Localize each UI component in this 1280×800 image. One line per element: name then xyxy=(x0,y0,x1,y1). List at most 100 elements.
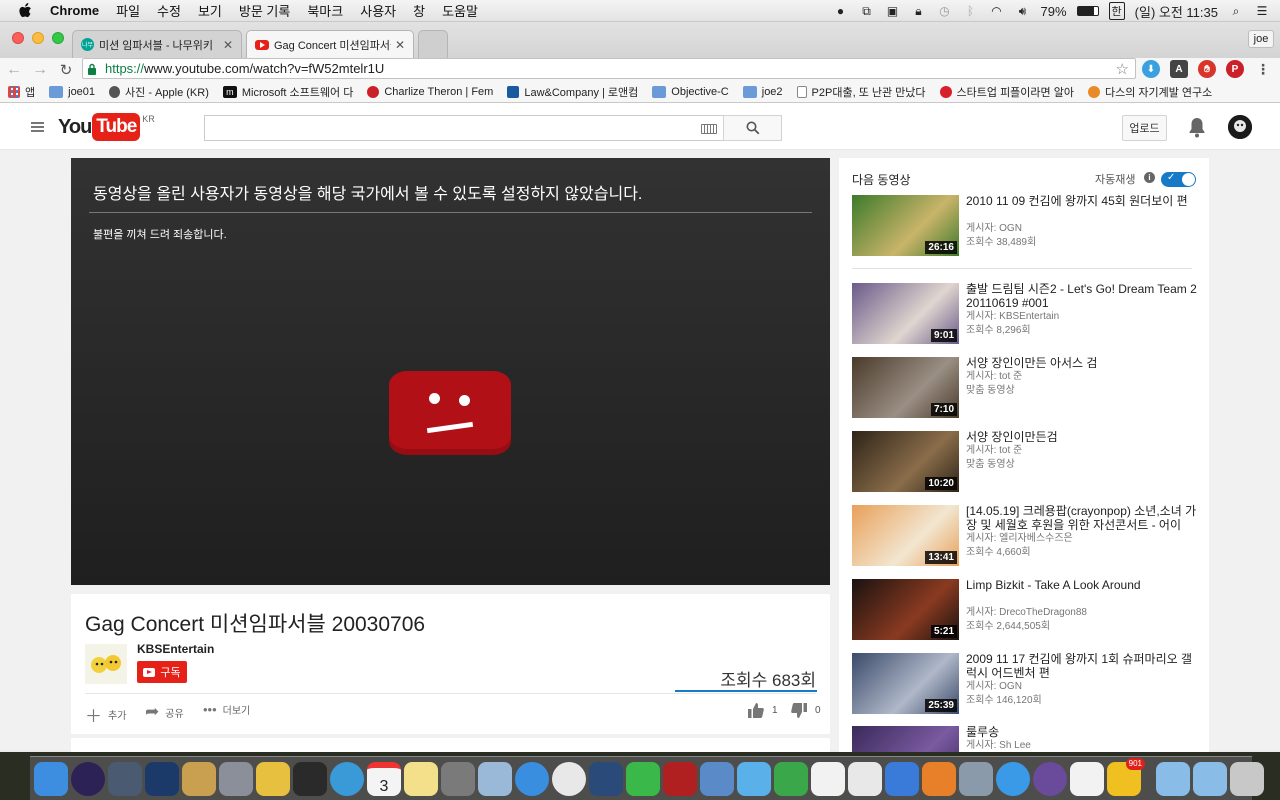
video-player[interactable]: 동영상을 올린 사용자가 동영상을 해당 국가에서 볼 수 있도록 설정하지 않… xyxy=(71,158,830,585)
upload-button[interactable]: 업로드 xyxy=(1122,115,1167,141)
video-title[interactable]: 서양 장인이만든 아서스 검 xyxy=(966,356,1198,370)
menu-view[interactable]: 보기 xyxy=(198,1,222,20)
pencil-icon[interactable] xyxy=(182,761,216,796)
video-title[interactable]: 출발 드림팀 시즌2 - Let's Go! Dream Team 2 2011… xyxy=(966,282,1198,310)
notification-center-icon[interactable]: ☰ xyxy=(1254,4,1270,18)
norton-icon[interactable]: 901 xyxy=(1107,757,1145,796)
recommended-video[interactable]: 13:41 [14.05.19] 크레용팝(crayonpop) 소년,소녀 가장… xyxy=(852,504,1198,567)
color-picker-icon[interactable] xyxy=(256,761,290,796)
info-icon[interactable]: i xyxy=(1144,172,1155,183)
bookmark-star-icon[interactable]: ☆ xyxy=(1116,60,1129,78)
bookmark-apple-photos[interactable]: 사진 - Apple (KR) xyxy=(109,84,209,100)
input-source[interactable]: 한 xyxy=(1108,2,1125,20)
recommended-video[interactable]: 25:39 2009 11 17 컨김에 왕까지 1회 슈퍼마리오 갤럭시 어드벤… xyxy=(852,652,1198,715)
menu-people[interactable]: 사용자 xyxy=(360,1,396,20)
applications-folder-icon[interactable] xyxy=(1156,761,1190,796)
launchpad-icon[interactable] xyxy=(219,761,253,796)
recommended-video[interactable]: 10:20 서양 장인이만든검 게시자: tot 준 맞춤 동영상 xyxy=(852,430,1198,493)
tab-namuwiki[interactable]: 나무 미션 임파서블 - 나무위키 ✕ xyxy=(72,30,242,58)
battery-icon[interactable] xyxy=(1076,6,1099,16)
screen-capture-icon[interactable]: ▣ xyxy=(885,4,901,18)
notifications-bell-icon[interactable] xyxy=(1188,116,1206,138)
forward-icon[interactable]: → xyxy=(28,61,52,79)
system-preferences-icon[interactable] xyxy=(441,761,475,796)
messages-icon[interactable] xyxy=(737,761,771,796)
bookmark-p2p[interactable]: P2P대출, 또 난관 만났다 xyxy=(796,84,926,100)
keyboard-icon[interactable] xyxy=(701,124,717,134)
youtube-logo[interactable]: You Tube KR xyxy=(58,113,155,141)
menu-history[interactable]: 방문 기록 xyxy=(239,1,290,20)
bookmark-apps[interactable]: 앱 xyxy=(8,84,35,100)
xcode-tools-icon[interactable] xyxy=(108,761,142,796)
menu-file[interactable]: 파일 xyxy=(116,1,140,20)
photos-icon[interactable] xyxy=(811,761,845,796)
bookmark-charlize[interactable]: Charlize Theron | Fem xyxy=(367,85,493,98)
photo-booth-icon[interactable] xyxy=(663,761,697,796)
download-extension-icon[interactable]: ⬇ xyxy=(1142,60,1160,78)
subscribe-button[interactable]: 구독 xyxy=(137,661,187,683)
keynote-icon[interactable] xyxy=(848,761,882,796)
finder-icon[interactable] xyxy=(34,761,68,796)
menu-chrome[interactable]: Chrome xyxy=(50,3,99,18)
channel-name[interactable]: KBSEntertain xyxy=(137,642,214,656)
video-thumbnail[interactable]: 25:39 xyxy=(852,653,959,714)
itunes-icon[interactable] xyxy=(1070,761,1104,796)
pinterest-extension-icon[interactable]: P xyxy=(1226,60,1244,78)
numbers-icon[interactable] xyxy=(774,761,808,796)
lock-status-icon[interactable]: 🔒︎ xyxy=(911,4,927,18)
telegram-icon[interactable] xyxy=(330,761,364,796)
chrome-icon[interactable] xyxy=(552,761,586,796)
minimize-window-button[interactable] xyxy=(32,32,44,44)
notes-icon[interactable] xyxy=(404,761,438,796)
eclipse-ide-icon[interactable] xyxy=(1033,761,1067,796)
wifi-icon[interactable]: ◠ xyxy=(989,4,1005,18)
search-input[interactable] xyxy=(204,115,724,141)
chrome-menu-icon[interactable]: ⋮ xyxy=(1254,60,1272,78)
bluetooth-icon[interactable]: ᛒ xyxy=(963,4,979,18)
back-icon[interactable]: ← xyxy=(2,61,26,79)
satellite-icon[interactable] xyxy=(959,761,993,796)
recommended-video[interactable]: 9:01 출발 드림팀 시즌2 - Let's Go! Dream Team 2 … xyxy=(852,282,1198,345)
status-circle-icon[interactable]: ● xyxy=(833,4,849,18)
window-manager-icon[interactable]: ⧉ xyxy=(859,4,875,18)
video-title[interactable]: [14.05.19] 크레용팝(crayonpop) 소년,소녀 가장 및 세월… xyxy=(966,504,1198,532)
more-button[interactable]: ••• 더보기 xyxy=(203,702,250,717)
recommended-video[interactable]: 26:16 2010 11 09 컨김에 왕까지 45회 원더보이 편 게시자: O… xyxy=(852,194,1198,257)
facetime-icon[interactable] xyxy=(626,761,660,796)
video-title[interactable]: 2010 11 09 컨김에 왕까지 45회 원더보이 편 xyxy=(966,194,1198,208)
dislike-button[interactable]: 0 xyxy=(791,703,821,718)
bookmark-microsoft[interactable]: m Microsoft 소프트웨어 다 xyxy=(222,84,353,100)
video-title[interactable]: 서양 장인이만든검 xyxy=(966,430,1198,444)
bookmark-das[interactable]: 다스의 자기계발 연구소 xyxy=(1087,84,1212,100)
apple-menu-icon[interactable] xyxy=(18,2,32,19)
menu-window[interactable]: 창 xyxy=(413,1,425,20)
downloads-folder-icon[interactable] xyxy=(1193,761,1227,796)
profile-button[interactable]: joe xyxy=(1248,30,1274,48)
zoom-window-button[interactable] xyxy=(52,32,64,44)
aperture-icon[interactable] xyxy=(293,761,327,796)
channel-avatar[interactable] xyxy=(85,644,127,684)
like-button[interactable]: 1 xyxy=(748,703,778,718)
share-button[interactable]: ➦ 공유 xyxy=(145,702,184,722)
bookmark-lawcompany[interactable]: Law&Company | 로앤컴 xyxy=(507,84,638,100)
video-title[interactable]: 2009 11 17 컨김에 왕까지 1회 슈퍼마리오 갤럭시 어드벤처 편 xyxy=(966,652,1198,680)
new-tab-button[interactable] xyxy=(418,30,448,58)
video-thumbnail[interactable]: 13:41 xyxy=(852,505,959,566)
video-thumbnail[interactable]: 26:16 xyxy=(852,195,959,256)
video-thumbnail[interactable]: 10:20 xyxy=(852,431,959,492)
clock[interactable]: (일) 오전 11:35 xyxy=(1135,2,1218,21)
menu-edit[interactable]: 수정 xyxy=(157,1,181,20)
volume-icon[interactable]: 🔊︎ xyxy=(1015,4,1031,18)
video-title[interactable]: 룰루송 xyxy=(966,725,1198,739)
bookmark-joe01[interactable]: joe01 xyxy=(49,85,95,98)
quicktime-icon[interactable] xyxy=(145,761,179,796)
adblock-extension-icon[interactable]: A xyxy=(1170,60,1188,78)
video-thumbnail[interactable]: 5:21 xyxy=(852,579,959,640)
guide-menu-icon[interactable] xyxy=(31,122,44,132)
add-to-button[interactable]: ＋ 추가 xyxy=(85,702,126,727)
preview-icon[interactable] xyxy=(478,761,512,796)
bookmark-joe2[interactable]: joe2 xyxy=(742,85,783,98)
video-thumbnail[interactable]: 9:01 xyxy=(852,283,959,344)
autoplay-toggle[interactable]: ✓ xyxy=(1161,172,1196,187)
eclipse-icon[interactable] xyxy=(71,761,105,796)
